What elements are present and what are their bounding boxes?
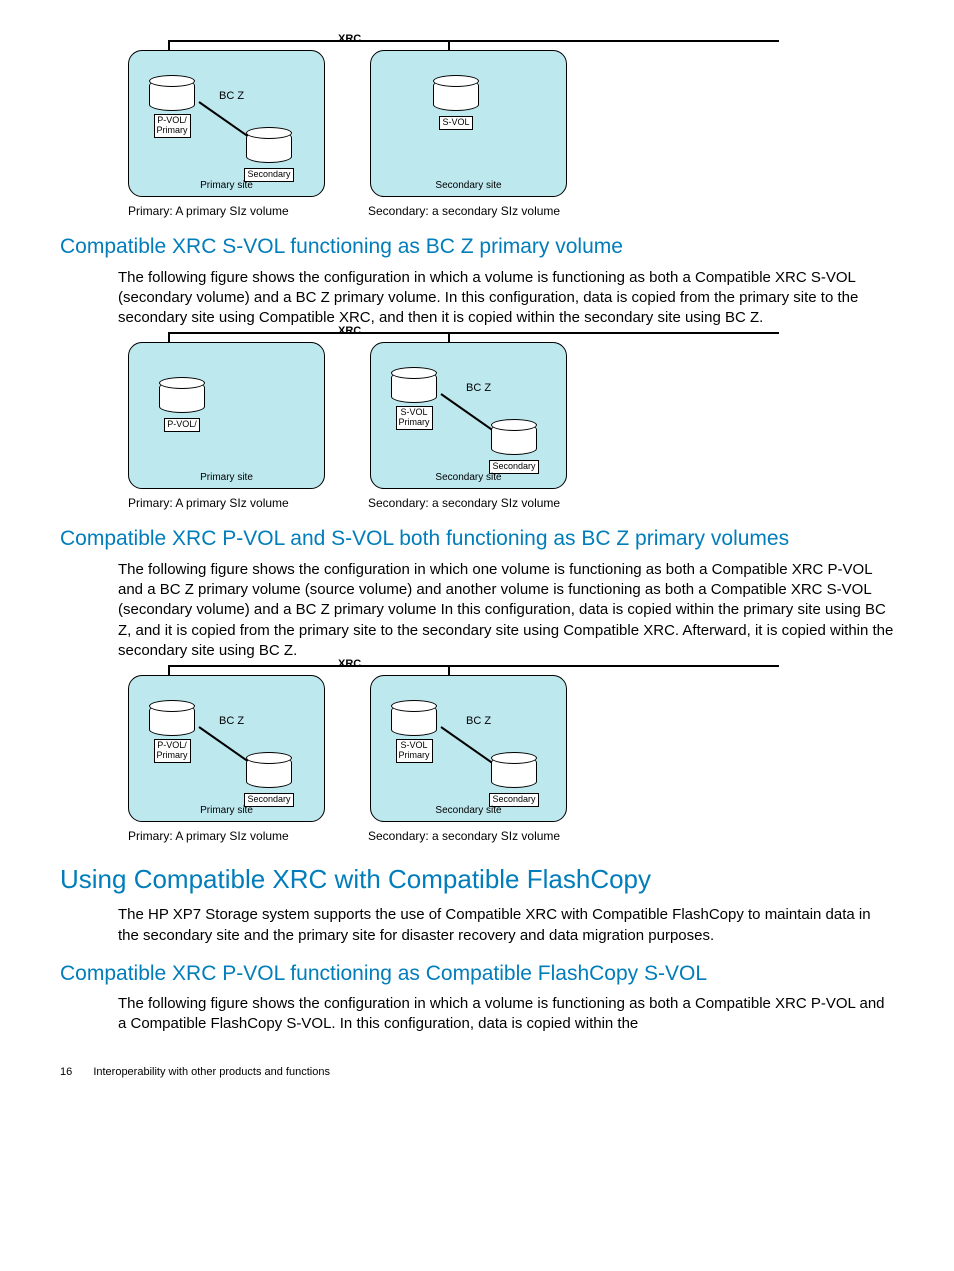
secondary-vol-cylinder: Secondary [489,423,539,475]
heading-pvol-flashcopy-svol: Compatible XRC P-VOL functioning as Comp… [60,960,894,988]
secondary-site-label: Secondary site [371,804,566,818]
primary-site-box: P-VOL/Primary BC Z Secondary Primary sit… [128,675,325,822]
caption-secondary: Secondary: a secondary SIz volume [368,828,560,844]
pvol-cylinder: P-VOL/ [157,381,207,433]
primary-site-box: P-VOL/Primary BC Z Secondary Primary sit… [128,50,325,197]
bcz-label: BC Z [466,714,491,729]
caption-secondary: Secondary: a secondary SIz volume [368,495,560,511]
primary-site-label: Primary site [129,471,324,485]
caption-primary: Primary: A primary SIz volume [128,495,368,511]
paragraph-both-bcz: The following figure shows the configura… [118,560,894,661]
footer-title: Interoperability with other products and… [93,1066,330,1078]
primary-site-label: Primary site [129,179,324,193]
diagram-1: XRC P-VOL/Primary BC Z Secondary Primary… [128,50,894,219]
bcz-label: BC Z [219,89,244,104]
heading-svol-bcz: Compatible XRC S-VOL functioning as BC Z… [60,233,894,261]
svol-cylinder: S-VOLPrimary [389,371,439,431]
svol-cylinder: S-VOLPrimary [389,704,439,764]
svol-cylinder: S-VOL [431,79,481,131]
heading-both-bcz: Compatible XRC P-VOL and S-VOL both func… [60,525,894,553]
heading-flashcopy: Using Compatible XRC with Compatible Fla… [60,862,894,897]
paragraph-pvol-flashcopy-svol: The following figure shows the configura… [118,994,894,1035]
primary-site-label: Primary site [129,804,324,818]
diagram-2: XRC P-VOL/ Primary site S-VOLPrimary BC … [128,342,894,511]
caption-secondary: Secondary: a secondary SIz volume [368,203,560,219]
secondary-site-box: S-VOLPrimary BC Z Secondary Secondary si… [370,675,567,822]
paragraph-flashcopy: The HP XP7 Storage system supports the u… [118,905,894,946]
primary-site-box: P-VOL/ Primary site [128,342,325,489]
pvol-cylinder: P-VOL/Primary [147,704,197,764]
secondary-vol-cylinder: Secondary [489,756,539,808]
xrc-connector [168,40,779,42]
xrc-connector [168,332,779,334]
secondary-site-label: Secondary site [371,179,566,193]
secondary-vol-cylinder: Secondary [244,131,294,183]
paragraph-svol-bcz: The following figure shows the configura… [118,268,894,329]
secondary-site-label: Secondary site [371,471,566,485]
bcz-label: BC Z [219,714,244,729]
page-footer: 16 Interoperability with other products … [60,1065,894,1080]
diagram-3: XRC P-VOL/Primary BC Z Secondary Primary… [128,675,894,844]
caption-primary: Primary: A primary SIz volume [128,203,368,219]
secondary-vol-cylinder: Secondary [244,756,294,808]
secondary-site-box: S-VOLPrimary BC Z Secondary Secondary si… [370,342,567,489]
pvol-cylinder: P-VOL/Primary [147,79,197,139]
caption-primary: Primary: A primary SIz volume [128,828,368,844]
secondary-site-box: S-VOL Secondary site [370,50,567,197]
xrc-connector [168,665,779,667]
bcz-label: BC Z [466,381,491,396]
page-number: 16 [60,1066,72,1078]
